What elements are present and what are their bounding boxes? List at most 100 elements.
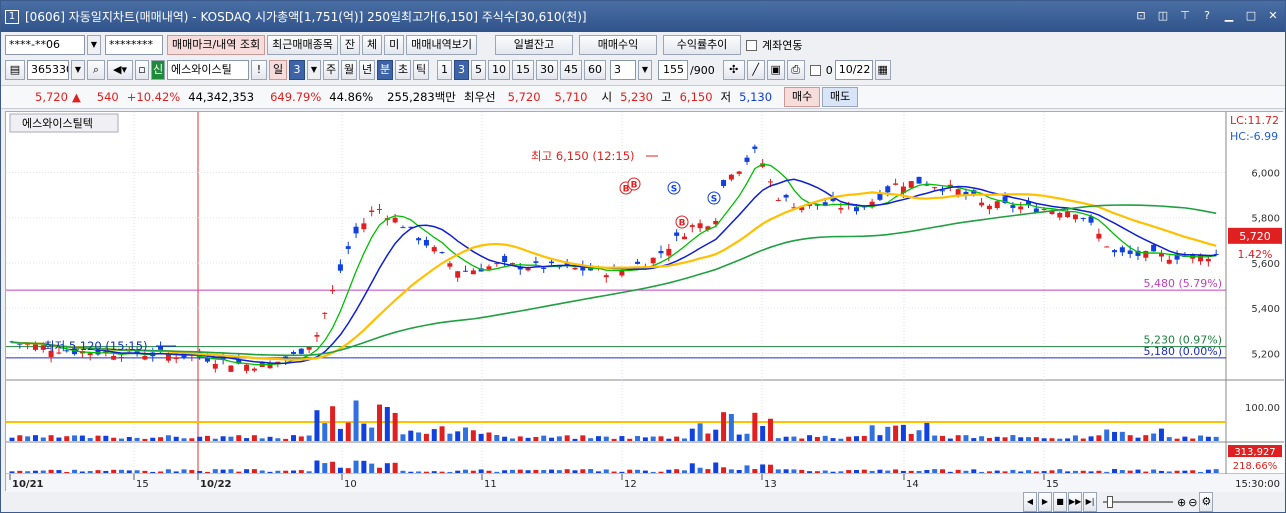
change-percent: +10.42% [126, 90, 181, 104]
stop-icon[interactable]: ■ [1053, 492, 1067, 512]
period-4-button[interactable]: 초 [395, 60, 411, 80]
help-icon[interactable]: ? [1199, 9, 1215, 23]
interval-5-button[interactable]: 5 [471, 60, 486, 80]
current-price: 5,720 [35, 90, 68, 104]
candle [885, 186, 891, 193]
stock-code-input[interactable]: 365330 [27, 60, 69, 80]
split-icon[interactable]: ◫ [1155, 9, 1171, 23]
link-icon[interactable]: ⊡ [1133, 9, 1149, 23]
volume-bar [775, 438, 781, 441]
volume2-bar [1151, 469, 1157, 473]
trade-mark-letter: S [671, 185, 677, 195]
candle [1096, 233, 1102, 239]
volume-bar [283, 438, 289, 441]
candle [721, 180, 727, 187]
volume-bar [728, 414, 734, 441]
volume-bar [830, 438, 836, 441]
volume2-bar [533, 469, 539, 473]
balance-button[interactable]: 잔 [339, 35, 361, 55]
buy-button[interactable]: 매수 [784, 87, 821, 107]
period-day-button[interactable]: 일 [269, 60, 287, 80]
executed-button[interactable]: 체 [362, 35, 383, 55]
password-input[interactable]: ******** [105, 35, 163, 55]
pending-button[interactable]: 미 [384, 35, 405, 55]
daily-balance-button[interactable]: 일별잔고 [495, 35, 574, 55]
candle [986, 205, 992, 210]
period-5-button[interactable]: 틱 [413, 60, 429, 80]
prev-icon[interactable]: ▫ [135, 60, 149, 80]
volume-bar [572, 438, 578, 441]
print-icon[interactable]: ⎙ [786, 60, 805, 80]
date-checkbox[interactable] [809, 64, 821, 76]
interval-dropdown-icon[interactable]: ▼ [638, 60, 652, 80]
zoom-in-icon[interactable]: ⊕ [1177, 496, 1186, 509]
volume2-bar [212, 469, 218, 473]
trade-mark-button[interactable]: 매매마크/내역 조회 [167, 35, 266, 55]
level-label: 5,180 (0.00%) [1143, 345, 1222, 358]
fast-forward-icon[interactable]: ▶▶ [1068, 492, 1082, 512]
period-0-button[interactable]: 주 [323, 60, 339, 80]
save-icon[interactable]: ▣ [766, 60, 785, 80]
volume2-bar [775, 469, 781, 473]
high-price: 6,150 [679, 90, 713, 104]
interval-1-button[interactable]: 1 [437, 60, 452, 80]
layout-icon[interactable]: ▤ [5, 60, 25, 80]
volume-bar [799, 438, 805, 441]
code-dropdown-icon[interactable]: ▼ [71, 60, 85, 80]
sell-button[interactable]: 매도 [822, 87, 859, 107]
period-1-button[interactable]: 월 [341, 60, 357, 80]
volume-bar [955, 435, 961, 441]
alert-button[interactable]: ! [251, 60, 267, 80]
maximize-icon[interactable]: □ [1243, 9, 1259, 23]
volume2-bar [650, 471, 656, 473]
price-chart[interactable]: 6,0005,8005,6005,4005,200LC:11.72HC:-6.9… [6, 112, 1284, 492]
volume2-bar [9, 471, 15, 473]
stock-name-input[interactable]: 에스와이스틸 [167, 60, 249, 80]
volume-bar [377, 404, 383, 441]
pin-icon[interactable]: ⊤ [1177, 9, 1193, 23]
candle [400, 227, 406, 229]
day-count-dropdown-icon[interactable]: ▼ [307, 60, 321, 80]
interval-3-button[interactable]: 3 [454, 60, 469, 80]
volume2-bar [525, 470, 531, 473]
close-icon[interactable]: ✕ [1265, 9, 1281, 23]
interval-60-button[interactable]: 60 [584, 60, 606, 80]
interval-45-button[interactable]: 45 [560, 60, 582, 80]
chart-area[interactable]: 6,000 5,800 5,600 5,400 5,200 LC:11.72 HC:-6.9… [5, 111, 1284, 492]
day-count-button[interactable]: 3 [289, 60, 305, 80]
scroll-left-icon[interactable]: ◀ [1023, 492, 1037, 512]
account-input[interactable]: ****-**06 [5, 35, 85, 55]
candle [463, 270, 469, 272]
count-input[interactable]: 155 [658, 60, 688, 80]
scroll-end-icon[interactable]: ▶| [1083, 492, 1097, 512]
period-2-button[interactable]: 년 [359, 60, 375, 80]
interval-input[interactable]: 3 [610, 60, 636, 80]
sound-icon[interactable]: ◀▾ [107, 60, 133, 80]
trade-view-button[interactable]: 매매내역보기 [406, 35, 478, 55]
play-icon[interactable]: ▶ [1038, 492, 1052, 512]
settings-icon[interactable]: ⚙ [1199, 492, 1214, 512]
account-dropdown-icon[interactable]: ▼ [87, 35, 101, 55]
volume2-bar [111, 469, 117, 473]
account-link-checkbox[interactable] [746, 39, 758, 51]
draw-icon[interactable]: ╱ [746, 60, 765, 80]
date-input[interactable]: 10/22 [834, 60, 873, 80]
period-3-button[interactable]: 분 [377, 60, 393, 80]
trade-profit-button[interactable]: 매매수익 [579, 35, 658, 55]
return-trend-button[interactable]: 수익률추이 [663, 35, 742, 55]
recent-trade-button[interactable]: 최근매매종목 [267, 35, 338, 55]
interval-10-button[interactable]: 10 [488, 60, 510, 80]
interval-30-button[interactable]: 30 [536, 60, 558, 80]
volume-bar [994, 436, 1000, 441]
volume2-bar [853, 469, 859, 473]
tools-icon[interactable]: ✣ [722, 60, 745, 80]
price-tick-label: 5,400 [1251, 304, 1280, 315]
interval-15-button[interactable]: 15 [512, 60, 534, 80]
zoom-out-icon[interactable]: ⊖ [1188, 496, 1197, 509]
volume2-bar [423, 471, 429, 473]
minimize-icon[interactable]: ▁ [1221, 9, 1237, 23]
zoom-slider[interactable] [1103, 496, 1173, 508]
search-icon[interactable]: ⌕ [87, 60, 105, 80]
volume-bar [853, 436, 859, 441]
calendar-icon[interactable]: ▦ [874, 60, 891, 80]
